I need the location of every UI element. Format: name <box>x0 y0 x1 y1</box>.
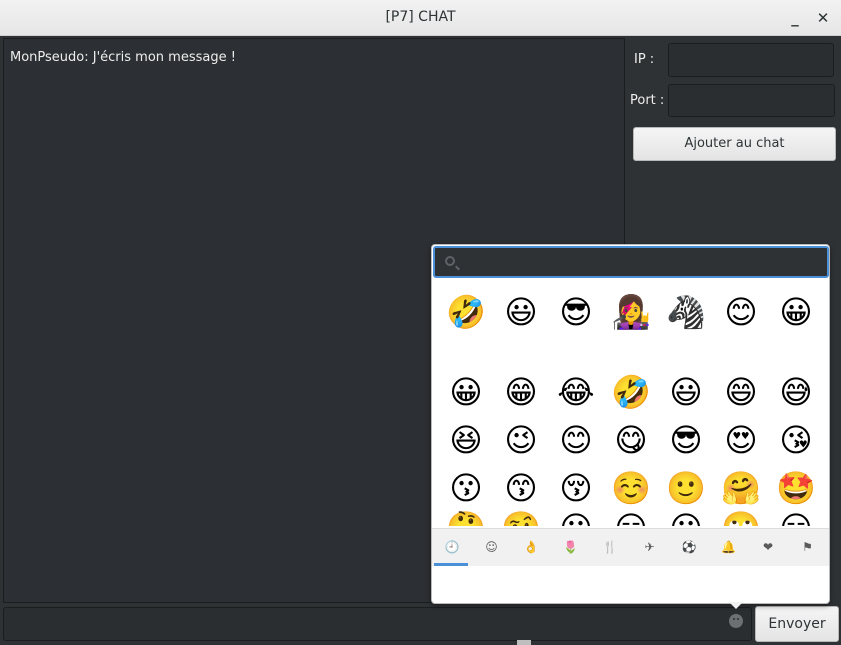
emoji-item[interactable]: 🤣 <box>611 372 651 412</box>
ip-label: IP : <box>634 52 655 67</box>
emoji-item[interactable]: 😁 <box>501 372 541 412</box>
emoji-item[interactable]: 🤩 <box>776 468 816 508</box>
nature-flower-icon[interactable]: 🌷 <box>557 533 585 561</box>
port-input[interactable] <box>668 84 835 117</box>
resize-handle[interactable] <box>517 640 531 645</box>
food-cutlery-icon[interactable]: 🍴 <box>596 533 624 561</box>
emoji-item[interactable]: 😙 <box>501 468 541 508</box>
symbols-heart-icon[interactable]: ❤ <box>754 533 782 561</box>
send-button[interactable]: Envoyer <box>755 606 839 642</box>
emoji-picker: 🤣 😃 😎 👩‍🎤 🦓 😊 😀 😀 😁 😂 🤣 😃 😄 😅 😆 😉 😊 😋 😎 😍 😘 😗 😙 😚 ☺️ 🙂 🤗 🤩 🤔 🤨 😐 😑 😶 🙄 😏 🕘… <box>431 244 830 604</box>
objects-bell-icon[interactable]: 🔔 <box>715 533 743 561</box>
body-hand-icon[interactable]: 👌 <box>517 533 545 561</box>
emoji-item[interactable]: 😐 <box>556 508 596 526</box>
emoji-item[interactable]: 😑 <box>611 508 651 526</box>
ip-input[interactable] <box>668 43 834 77</box>
chat-message: MonPseudo: J'écris mon message ! <box>10 50 236 65</box>
emoji-item[interactable]: 🙄 <box>721 508 761 526</box>
emoji-grid: 🤣 😃 😎 👩‍🎤 🦓 😊 😀 😀 😁 😂 🤣 😃 😄 😅 😆 😉 😊 😋 😎 😍 😘 😗 😙 😚 ☺️ 🙂 🤗 🤩 🤔 🤨 😐 😑 😶 🙄 😏 <box>432 282 829 526</box>
emoji-item[interactable]: 🦓 <box>666 292 706 332</box>
emoji-search-input[interactable] <box>433 246 829 278</box>
emoji-item[interactable]: 😎 <box>556 292 596 332</box>
emoji-item[interactable]: 😄 <box>721 372 761 412</box>
emoji-item[interactable]: 😃 <box>666 372 706 412</box>
emoji-item[interactable]: 🤨 <box>501 508 541 526</box>
port-label: Port : <box>630 93 665 108</box>
emoji-item[interactable]: 😂 <box>556 372 596 412</box>
smileys-icon[interactable]: ☺ <box>478 533 506 561</box>
emoji-item[interactable]: 😚 <box>556 468 596 508</box>
emoji-item[interactable]: 😍 <box>721 420 761 460</box>
emoji-item[interactable]: 😀 <box>776 292 816 332</box>
emoji-item[interactable]: 👩‍🎤 <box>611 292 651 332</box>
smiley-icon[interactable] <box>729 614 743 628</box>
emoji-item[interactable]: 😀 <box>446 372 486 412</box>
emoji-item[interactable]: 😗 <box>446 468 486 508</box>
flags-icon[interactable]: ⚑ <box>794 533 822 561</box>
popover-arrow <box>729 602 743 609</box>
message-input[interactable] <box>3 607 752 641</box>
emoji-item[interactable]: 😘 <box>776 420 816 460</box>
emoji-item[interactable]: 😆 <box>446 420 486 460</box>
recent-clock-icon[interactable]: 🕘 <box>434 533 468 566</box>
emoji-item[interactable]: 😊 <box>721 292 761 332</box>
emoji-item[interactable]: 😅 <box>776 372 816 412</box>
title-bar: [P7] CHAT _ ✕ <box>0 0 841 36</box>
search-icon <box>445 256 455 266</box>
emoji-item[interactable]: 😎 <box>666 420 706 460</box>
emoji-item[interactable]: ☺️ <box>611 468 651 508</box>
travel-plane-icon[interactable]: ✈ <box>636 533 664 561</box>
emoji-item[interactable]: 😏 <box>776 508 816 526</box>
emoji-item[interactable]: 😶 <box>666 508 706 526</box>
emoji-item[interactable]: 🙂 <box>666 468 706 508</box>
activities-icon[interactable]: ⚽ <box>675 533 703 561</box>
minimize-button[interactable]: _ <box>783 6 807 30</box>
emoji-category-bar: 🕘 ☺ 👌 🌷 🍴 ✈ ⚽ 🔔 ❤ ⚑ <box>432 528 829 566</box>
emoji-item[interactable]: 😉 <box>501 420 541 460</box>
close-button[interactable]: ✕ <box>811 6 835 30</box>
emoji-item[interactable]: 😊 <box>556 420 596 460</box>
emoji-item[interactable]: 🤣 <box>446 292 486 332</box>
emoji-item[interactable]: 😋 <box>611 420 651 460</box>
emoji-item[interactable]: 🤗 <box>721 468 761 508</box>
window-title: [P7] CHAT <box>385 9 456 25</box>
emoji-item[interactable]: 😃 <box>501 292 541 332</box>
add-to-chat-button[interactable]: Ajouter au chat <box>633 127 836 161</box>
emoji-item[interactable]: 🤔 <box>446 508 486 526</box>
